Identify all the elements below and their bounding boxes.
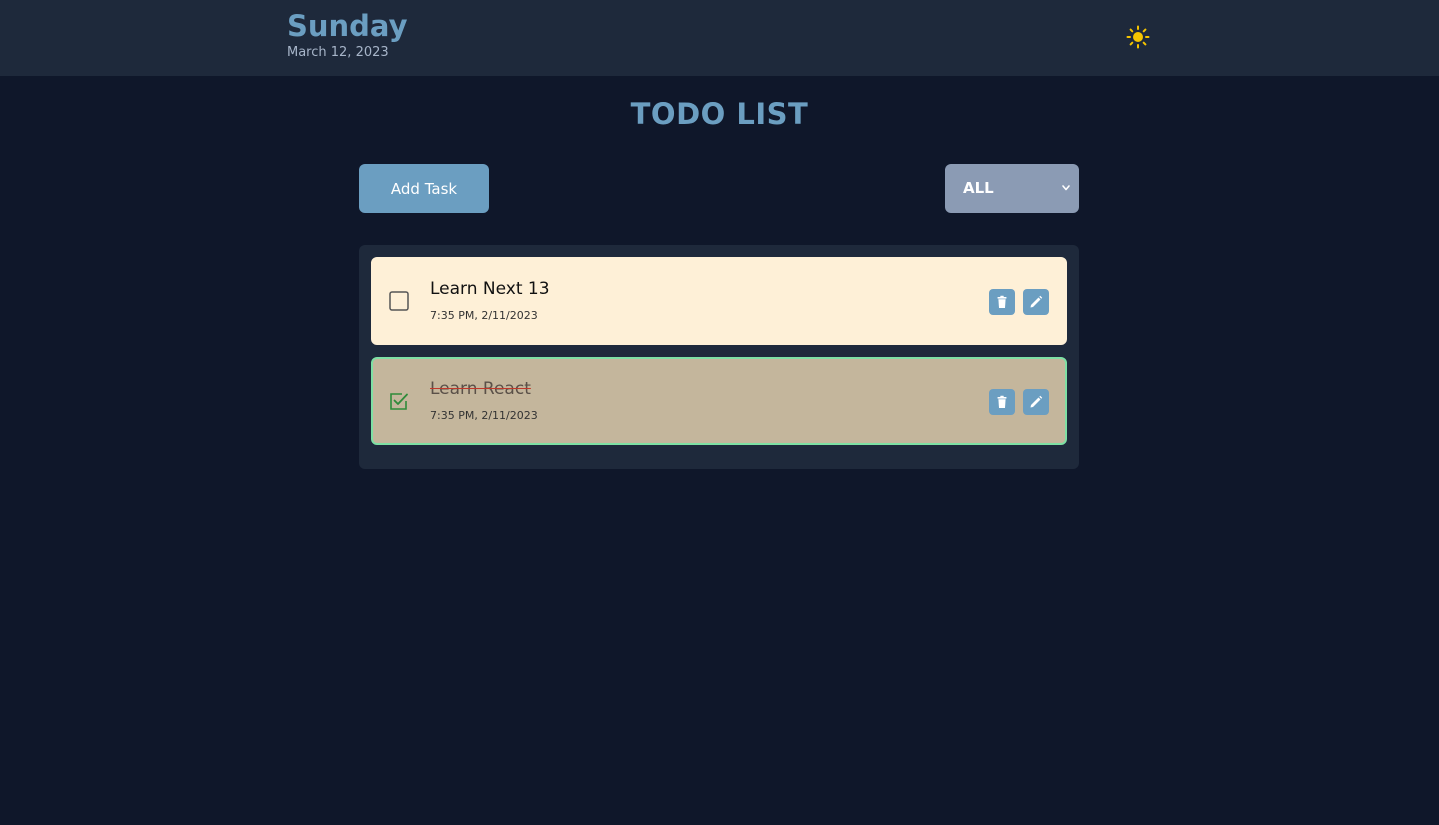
status-filter-select[interactable]: ALL bbox=[945, 164, 1079, 213]
sun-icon bbox=[1126, 25, 1150, 49]
checkbox-checked-icon[interactable] bbox=[389, 391, 409, 411]
current-date: March 12, 2023 bbox=[287, 45, 389, 60]
todo-timestamp: 7:35 PM, 2/11/2023 bbox=[430, 409, 538, 422]
delete-todo-button[interactable] bbox=[989, 389, 1015, 415]
pencil-icon bbox=[1030, 395, 1043, 408]
todo-title: Learn React bbox=[430, 379, 531, 399]
pencil-icon bbox=[1030, 295, 1043, 308]
delete-todo-button[interactable] bbox=[989, 289, 1015, 315]
todo-list-panel: Learn Next 13 7:35 PM, 2/11/2023 Learn R… bbox=[359, 245, 1079, 469]
add-task-button[interactable]: Add Task bbox=[359, 164, 489, 213]
todo-item: Learn Next 13 7:35 PM, 2/11/2023 bbox=[371, 257, 1067, 345]
current-day: Sunday bbox=[287, 9, 408, 43]
filter-selected-value: ALL bbox=[963, 179, 994, 197]
app-header: Sunday March 12, 2023 bbox=[0, 0, 1439, 76]
checkbox-unchecked-icon[interactable] bbox=[389, 291, 409, 311]
todo-item: Learn React 7:35 PM, 2/11/2023 bbox=[371, 357, 1067, 445]
todo-timestamp: 7:35 PM, 2/11/2023 bbox=[430, 309, 538, 322]
page-title: TODO LIST bbox=[630, 97, 809, 131]
chevron-down-icon bbox=[1062, 185, 1070, 191]
edit-todo-button[interactable] bbox=[1023, 289, 1049, 315]
theme-toggle-button[interactable] bbox=[1126, 25, 1150, 49]
trash-icon bbox=[997, 395, 1007, 408]
edit-todo-button[interactable] bbox=[1023, 389, 1049, 415]
trash-icon bbox=[997, 295, 1007, 308]
todo-title: Learn Next 13 bbox=[430, 279, 550, 299]
